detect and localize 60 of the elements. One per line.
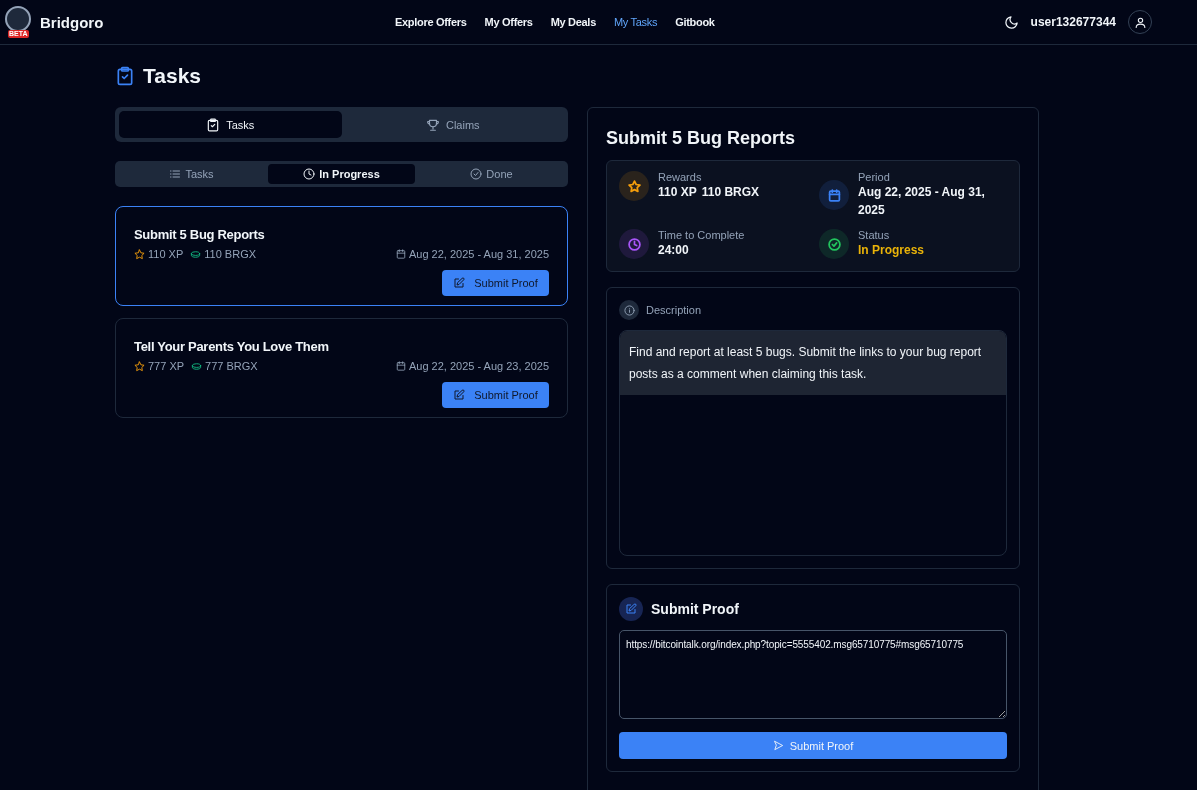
info-label: Status <box>858 229 891 241</box>
star-icon <box>134 360 145 372</box>
logo-icon[interactable] <box>5 6 31 32</box>
clock-icon <box>303 168 316 180</box>
task-title: Submit 5 Bug Reports <box>134 227 266 242</box>
nav-link[interactable]: Gitbook <box>675 16 715 28</box>
coin-icon <box>191 360 203 372</box>
info-value: 110 BRGX <box>701 184 760 201</box>
nav-link[interactable]: My Deals <box>550 16 596 28</box>
edit-icon <box>625 603 637 615</box>
info-value: Aug 22, 2025 - Aug 31, 2025 <box>858 184 986 219</box>
nav-link[interactable]: My Tasks <box>613 16 658 28</box>
token-reward: 777 BRGX <box>205 360 258 372</box>
send-icon <box>772 740 784 751</box>
tab[interactable]: Tasks <box>119 111 342 138</box>
username[interactable]: user132677344 <box>1030 15 1116 29</box>
trophy-icon <box>425 117 440 132</box>
info-value: 24:00 <box>658 242 689 259</box>
nav-link[interactable]: My Offers <box>484 16 533 28</box>
submit-proof-button[interactable]: Submit Proof <box>442 382 549 408</box>
xp-reward: 777 XP <box>148 360 185 372</box>
token-reward: 110 BRGX <box>204 248 257 260</box>
theme-toggle[interactable] <box>1003 14 1019 30</box>
section-heading: Description <box>646 304 702 316</box>
task-card[interactable]: Tell Your Parents You Love Them 777 XP 777 BRGX Aug 22, 2025 - Aug 23, 2025 Submit Proof <box>115 318 568 418</box>
brand-name[interactable]: Bridgoro <box>40 13 104 31</box>
tab[interactable]: Claims <box>341 111 564 138</box>
task-card[interactable]: Submit 5 Bug Reports 110 XP 110 BRGX Aug 22, 2025 - Aug 31, 2025 Submit Proof <box>115 206 568 306</box>
clipboard-icon <box>115 66 135 86</box>
description-text: Find and report at least 5 bugs. Submit the links to your bug report posts as a comment when claiming this task. <box>620 331 1006 395</box>
section-heading: Submit Proof <box>651 601 739 617</box>
task-period: Aug 22, 2025 - Aug 31, 2025 <box>408 248 549 260</box>
user-icon <box>1133 15 1147 29</box>
coin-icon <box>190 248 202 260</box>
filter-tab[interactable]: Tasks <box>118 164 265 184</box>
edit-icon <box>453 389 466 401</box>
submit-proof-button[interactable]: Submit Proof <box>442 270 549 296</box>
page-title: Tasks <box>143 64 201 88</box>
filter-tab[interactable]: In Progress <box>268 164 415 184</box>
moon-icon <box>1003 14 1019 30</box>
proof-input[interactable]: https://bitcointalk.org/index.php?topic=5555402.msg65710775#msg65710775 <box>619 630 1007 719</box>
info-value: In Progress <box>858 242 925 259</box>
star-icon <box>134 248 145 260</box>
task-title: Tell Your Parents You Love Them <box>134 339 330 354</box>
edit-icon <box>453 277 466 289</box>
info-icon <box>623 304 635 316</box>
detail-title: Submit 5 Bug Reports <box>606 128 796 149</box>
info-label: Time to Complete <box>658 229 745 241</box>
info-label: Rewards <box>658 171 703 183</box>
info-label: Period <box>858 171 891 183</box>
task-period: Aug 22, 2025 - Aug 23, 2025 <box>408 360 549 372</box>
xp-reward: 110 XP <box>148 248 184 260</box>
clipboard-icon <box>206 117 221 132</box>
calendar-icon <box>395 249 406 259</box>
info-value: 110 XP <box>658 184 697 201</box>
list-icon <box>169 168 182 180</box>
calendar-icon <box>395 361 406 371</box>
check-circle-icon <box>470 168 483 180</box>
filter-tab[interactable]: Done <box>418 164 565 184</box>
nav-link[interactable]: Explore Offers <box>395 16 467 28</box>
